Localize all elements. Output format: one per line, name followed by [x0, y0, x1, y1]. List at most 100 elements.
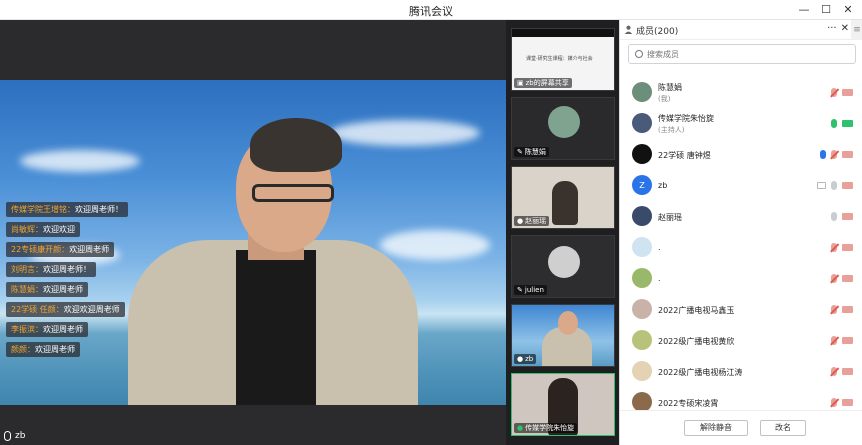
- member-name: 2022级广播电视黄欣: [658, 337, 735, 346]
- camera-off-icon[interactable]: [842, 182, 853, 189]
- maximize-icon[interactable]: ☐: [818, 1, 834, 17]
- member-name: zb: [658, 181, 668, 190]
- chat-message: 刘明言：欢迎周老师！: [6, 262, 96, 277]
- microphone-icon: ●: [517, 424, 524, 432]
- close-icon[interactable]: ✕: [840, 1, 856, 17]
- screen-share-icon: [817, 182, 826, 189]
- member-name: 陈慧娟: [658, 83, 682, 92]
- muted-mic-icon[interactable]: [831, 243, 837, 252]
- muted-mic-icon: ✎: [517, 148, 523, 156]
- member-role: (我): [658, 95, 671, 103]
- chat-message: 颜颜：欢迎周老师: [6, 342, 80, 357]
- member-name: 2022级广播电视杨江涛: [658, 368, 743, 377]
- camera-off-icon[interactable]: [842, 275, 853, 282]
- member-row[interactable]: 22学硕 唐钟煜: [620, 140, 862, 171]
- muted-mic-icon[interactable]: [831, 305, 837, 314]
- members-panel-header: 成员(200) ··· ✕ ≡: [620, 20, 862, 40]
- member-name: 2022专硕宋凌霄: [658, 399, 719, 408]
- avatar: Z: [632, 175, 652, 195]
- camera-off-icon[interactable]: [842, 151, 853, 158]
- muted-mic-icon[interactable]: [831, 336, 837, 345]
- members-panel-footer: 解除静音 改名: [620, 410, 862, 445]
- member-name: .: [658, 243, 661, 252]
- member-row[interactable]: Zzb: [620, 171, 862, 202]
- muted-mic-icon[interactable]: [831, 398, 837, 407]
- thumbnail-screen-share[interactable]: 课堂·研究生课程：媒介与社会 ▣ zb的屏幕共享: [511, 28, 615, 91]
- avatar: [632, 268, 652, 288]
- members-panel: 成员(200) ··· ✕ ≡ 陈慧娟 (我) 传媒学院朱怡旋 (主持人) 22学硕 唐…: [619, 20, 862, 445]
- member-search[interactable]: [628, 44, 856, 64]
- search-input[interactable]: [647, 47, 847, 61]
- microphone-icon: ●: [517, 355, 524, 363]
- window-title: 腾讯会议: [409, 5, 453, 18]
- muted-mic-icon[interactable]: [831, 367, 837, 376]
- chat-message: 传媒学院王增铭：欢迎周老师！: [6, 202, 128, 217]
- member-row[interactable]: 传媒学院朱怡旋 (主持人): [620, 109, 862, 140]
- participant-figure: [558, 311, 578, 335]
- minimize-icon[interactable]: —: [796, 1, 812, 17]
- thumbnail-participant[interactable]: ● zb: [511, 304, 615, 367]
- microphone-icon: ●: [517, 217, 524, 225]
- member-role: (主持人): [658, 126, 685, 134]
- meeting-window: 腾讯会议 — ☐ ✕ 传媒学院王增铭：欢迎周老师！ 尚敏辉：欢迎欢迎 22专硕康…: [0, 0, 862, 445]
- camera-off-icon[interactable]: [842, 89, 853, 96]
- more-icon[interactable]: ···: [827, 23, 837, 34]
- camera-off-icon[interactable]: [842, 368, 853, 375]
- chat-overlay: 传媒学院王增铭：欢迎周老师！ 尚敏辉：欢迎欢迎 22专硕康开颜：欢迎周老师 刘明…: [6, 202, 128, 357]
- close-panel-icon[interactable]: ✕: [841, 23, 849, 34]
- muted-mic-icon[interactable]: [831, 150, 837, 159]
- muted-mic-icon: ✎: [517, 286, 523, 294]
- screen-share-icon: ▣: [517, 79, 524, 87]
- avatar: [632, 206, 652, 226]
- member-name: .: [658, 274, 661, 283]
- member-row[interactable]: 2022级广播电视杨江涛: [620, 357, 862, 388]
- avatar: [548, 106, 580, 138]
- avatar: [632, 330, 652, 350]
- avatar: [632, 144, 652, 164]
- member-row[interactable]: 赵丽瑶: [620, 202, 862, 233]
- camera-off-icon[interactable]: [842, 244, 853, 251]
- microphone-icon[interactable]: [831, 119, 837, 128]
- muted-mic-icon[interactable]: [831, 274, 837, 283]
- avatar: [632, 82, 652, 102]
- camera-off-icon[interactable]: [842, 306, 853, 313]
- title-bar: 腾讯会议 — ☐ ✕: [0, 0, 862, 20]
- members-title: 成员(200): [636, 27, 679, 37]
- speaker-label: zb: [4, 431, 25, 441]
- member-row[interactable]: .: [620, 233, 862, 264]
- muted-mic-icon[interactable]: [831, 88, 837, 97]
- avatar: [548, 246, 580, 278]
- avatar: [632, 113, 652, 133]
- microphone-icon[interactable]: [831, 212, 837, 221]
- chat-message: 22专硕康开颜：欢迎周老师: [6, 242, 115, 257]
- participant-figure: [552, 181, 578, 225]
- camera-icon[interactable]: [842, 120, 853, 127]
- avatar: [632, 392, 652, 412]
- search-icon: [635, 50, 643, 58]
- member-name: 22学硕 唐钟煜: [658, 151, 711, 160]
- chat-message: 22学硕 任颜：欢迎欢迎周老师: [6, 302, 125, 317]
- microphone-icon: [4, 431, 11, 441]
- thumbnail-participant-active[interactable]: ● 传媒学院朱怡旋: [511, 373, 615, 436]
- main-video[interactable]: 传媒学院王增铭：欢迎周老师！ 尚敏辉：欢迎欢迎 22专硕康开颜：欢迎周老师 刘明…: [0, 20, 506, 445]
- unmute-all-button[interactable]: 解除静音: [684, 420, 748, 436]
- member-row[interactable]: 2022级广播电视黄欣: [620, 326, 862, 357]
- thumbnail-participant[interactable]: ✎ julien: [511, 235, 615, 298]
- camera-off-icon[interactable]: [842, 213, 853, 220]
- chat-message: 尚敏辉：欢迎欢迎: [6, 222, 80, 237]
- camera-off-icon[interactable]: [842, 399, 853, 406]
- member-row[interactable]: .: [620, 264, 862, 295]
- thumbnail-participant[interactable]: ✎ 陈慧娟: [511, 97, 615, 160]
- avatar: [632, 361, 652, 381]
- thumbnail-participant[interactable]: ● 赵丽瑶: [511, 166, 615, 229]
- member-row[interactable]: 2022广播电视马鑫玉: [620, 295, 862, 326]
- menu-icon[interactable]: ≡: [851, 20, 862, 40]
- raise-hand-icon: [820, 150, 826, 159]
- video-thumbnails: 课堂·研究生课程：媒介与社会 ▣ zb的屏幕共享 ✎ 陈慧娟 ● 赵丽瑶 ✎ julie…: [506, 20, 619, 445]
- member-row[interactable]: 陈慧娟 (我): [620, 78, 862, 109]
- rename-button[interactable]: 改名: [760, 420, 806, 436]
- camera-off-icon[interactable]: [842, 337, 853, 344]
- chat-message: 陈慧娟：欢迎周老师: [6, 282, 88, 297]
- avatar: [632, 237, 652, 257]
- microphone-icon[interactable]: [831, 181, 837, 190]
